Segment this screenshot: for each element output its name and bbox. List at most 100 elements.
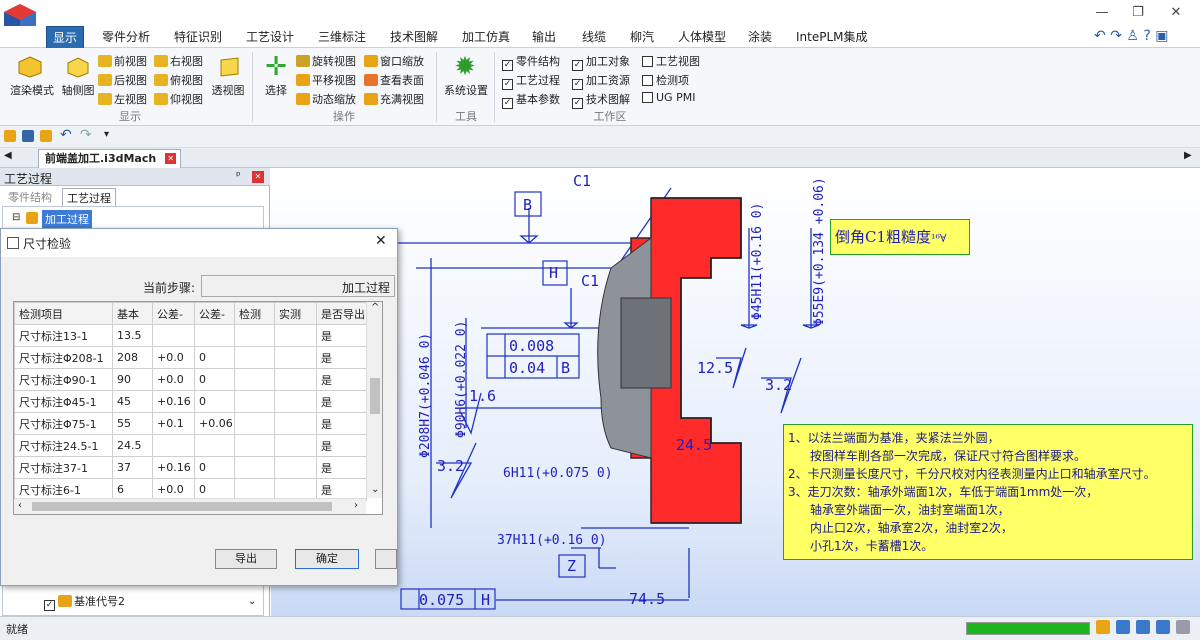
menu-human-model[interactable]: 人体模型 [674, 26, 730, 48]
right-view-button[interactable]: 右视图 [154, 53, 203, 69]
ok-button[interactable]: 确定 [295, 549, 359, 569]
menu-liuqi[interactable]: 柳汽 [626, 26, 658, 48]
tab-scroll-left-icon[interactable]: ◀ [4, 150, 12, 161]
table-cell[interactable]: 0 [194, 390, 235, 413]
table-cell[interactable] [234, 456, 275, 479]
left-view-button[interactable]: 左视图 [98, 91, 147, 107]
rotate-view-button[interactable]: 旋转视图 [296, 53, 356, 69]
checkbox-icon[interactable]: ✓ [502, 98, 513, 109]
column-header[interactable]: 是否导出 [316, 302, 367, 325]
table-cell[interactable]: 是 [316, 434, 367, 457]
table-cell[interactable]: 45 [112, 390, 153, 413]
table-row[interactable]: 尺寸标注Φ208-1 208 +0.0 0 是 [14, 346, 367, 369]
status-grid-icon[interactable] [1156, 620, 1170, 634]
table-row[interactable]: 尺寸标注Φ45-1 45 +0.16 0 是 [14, 390, 367, 413]
table-cell[interactable]: +0.16 [152, 456, 195, 479]
image-icon[interactable]: ▣ [1155, 28, 1168, 44]
table-cell[interactable]: 是 [316, 390, 367, 413]
table-cell[interactable] [234, 324, 275, 347]
vertical-scrollbar[interactable]: ^ ⌄ [366, 302, 382, 498]
front-view-button[interactable]: 前视图 [98, 53, 147, 69]
checkbox-icon[interactable]: ✓ [502, 60, 513, 71]
status-view-icon[interactable] [1116, 620, 1130, 634]
column-header[interactable]: 检测 [234, 302, 275, 325]
column-header[interactable]: 基本 [112, 302, 153, 325]
table-cell[interactable]: 24.5 [112, 434, 153, 457]
menu-feature-recognition[interactable]: 特征识别 [170, 26, 226, 48]
table-cell[interactable]: +0.06 [194, 412, 235, 435]
table-cell[interactable]: 是 [316, 346, 367, 369]
table-row[interactable]: 尺寸标注13-1 13.5 是 [14, 324, 367, 347]
table-cell[interactable]: +0.0 [152, 368, 195, 391]
table-row[interactable]: 尺寸标注24.5-1 24.5 是 [14, 434, 367, 457]
table-cell[interactable]: +0.16 [152, 390, 195, 413]
table-cell[interactable] [274, 390, 317, 413]
close-tab-icon[interactable]: ✕ [165, 153, 177, 164]
table-cell[interactable]: 是 [316, 324, 367, 347]
minimize-button[interactable]: — [1084, 0, 1120, 26]
tab-scroll-right-icon[interactable]: ▶ [1184, 150, 1192, 161]
table-cell[interactable] [234, 412, 275, 435]
table-cell[interactable] [234, 368, 275, 391]
table-cell[interactable]: 13.5 [112, 324, 153, 347]
undo-icon[interactable]: ↶ [1094, 28, 1106, 44]
user-icon[interactable]: ♙ [1126, 28, 1139, 44]
table-cell[interactable] [274, 434, 317, 457]
table-cell[interactable] [274, 324, 317, 347]
table-cell[interactable]: 尺寸标注Φ45-1 [14, 390, 113, 413]
horizontal-scrollbar[interactable]: ‹ › [14, 498, 366, 514]
table-cell[interactable] [234, 434, 275, 457]
top-view-button[interactable]: 俯视图 [154, 72, 203, 88]
checkbox-icon[interactable] [642, 56, 653, 67]
table-cell[interactable] [234, 346, 275, 369]
bottom-view-button[interactable]: 仰视图 [154, 91, 203, 107]
table-cell[interactable] [274, 346, 317, 369]
back-view-button[interactable]: 后视图 [98, 72, 147, 88]
view-surface-button[interactable]: 查看表面 [364, 72, 424, 88]
scroll-down-icon[interactable]: ⌄ [371, 484, 379, 495]
redo-icon[interactable]: ↷ [80, 127, 92, 143]
menu-cable[interactable]: 线缆 [578, 26, 610, 48]
table-cell[interactable]: 208 [112, 346, 153, 369]
workspace-checkbox[interactable]: ✓ 加工对象 [572, 53, 630, 71]
dynamic-zoom-button[interactable]: 动态缩放 [296, 91, 356, 107]
menu-display[interactable]: 显示 [46, 26, 84, 48]
scroll-thumb[interactable] [370, 378, 380, 414]
customize-dropdown-icon[interactable]: ▾ [104, 129, 109, 140]
scroll-left-icon[interactable]: ‹ [18, 500, 22, 511]
workspace-checkbox[interactable]: UG PMI [642, 91, 695, 104]
window-zoom-button[interactable]: 窗口缩放 [364, 53, 424, 69]
document-tab[interactable]: 前端盖加工.i3dMach ✕ [38, 149, 182, 168]
table-cell[interactable]: 尺寸标注Φ208-1 [14, 346, 113, 369]
table-row[interactable]: 尺寸标注Φ90-1 90 +0.0 0 是 [14, 368, 367, 391]
tree-scroll-down-icon[interactable]: ⌄ [248, 596, 256, 607]
checkbox-icon[interactable] [642, 92, 653, 103]
status-settings-icon[interactable] [1096, 620, 1110, 634]
checkbox-icon[interactable]: ✓ [44, 600, 55, 611]
close-panel-icon[interactable]: ✕ [252, 171, 264, 183]
checkbox-icon[interactable]: ✓ [572, 60, 583, 71]
system-settings-button[interactable]: 系统设置 [440, 82, 492, 98]
save-icon[interactable] [22, 130, 34, 142]
menu-process-design[interactable]: 工艺设计 [242, 26, 298, 48]
drawing-canvas[interactable]: C1 C1 B H 0.008 0.04 B 1.6 12.5 3.2 3.2 … [271, 168, 1200, 616]
workspace-checkbox[interactable]: 工艺视图 [642, 53, 700, 69]
table-cell[interactable] [274, 456, 317, 479]
table-cell[interactable]: 55 [112, 412, 153, 435]
column-header[interactable]: 公差- [194, 302, 235, 325]
open-icon[interactable] [4, 130, 16, 142]
menu-machining-sim[interactable]: 加工仿真 [458, 26, 514, 48]
fit-view-button[interactable]: 充满视图 [364, 91, 424, 107]
dialog-close-button[interactable]: ✕ [375, 233, 387, 249]
workspace-checkbox[interactable]: ✓ 基本参数 [502, 91, 560, 109]
render-mode-button[interactable]: 渲染模式 [6, 82, 58, 98]
table-cell[interactable]: 0 [194, 368, 235, 391]
perspective-button[interactable]: 透视图 [208, 82, 248, 98]
column-header[interactable]: 公差- [152, 302, 195, 325]
status-pin-icon[interactable] [1176, 620, 1190, 634]
pin-icon[interactable]: ᵖ [236, 169, 241, 182]
h-scroll-thumb[interactable] [32, 502, 332, 511]
workspace-checkbox[interactable]: ✓ 技术图解 [572, 91, 630, 109]
checkbox-icon[interactable] [642, 75, 653, 86]
pan-view-button[interactable]: 平移视图 [296, 72, 356, 88]
